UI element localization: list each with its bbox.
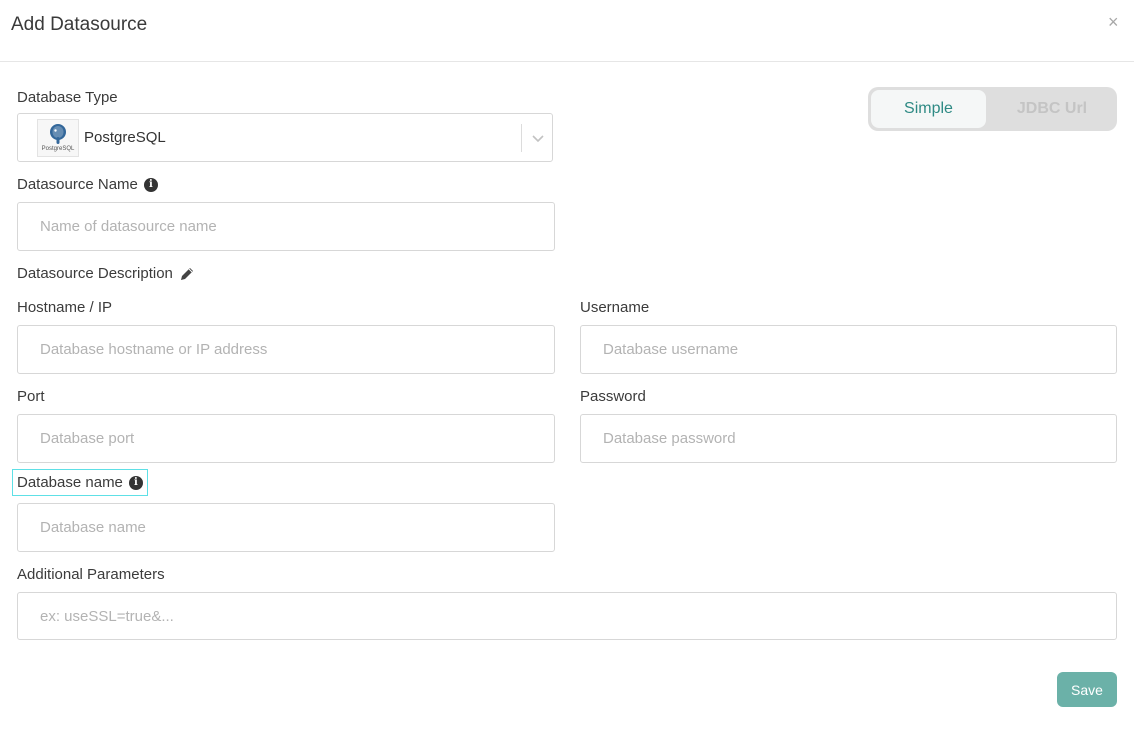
username-label: Username [580, 299, 649, 316]
select-separator [521, 124, 522, 152]
additional-parameters-label: Additional Parameters [17, 566, 165, 583]
datasource-name-label: Datasource Name i [17, 176, 158, 193]
additional-parameters-label-text: Additional Parameters [17, 566, 165, 583]
username-label-text: Username [580, 299, 650, 316]
info-icon[interactable]: i [128, 475, 143, 490]
port-label-text: Port [17, 388, 45, 405]
logo-caption: PostgreSQL [41, 146, 75, 152]
close-icon[interactable]: × [1108, 12, 1119, 32]
password-label-text: Password [580, 388, 646, 405]
elephant-icon [50, 124, 66, 144]
postgresql-logo-icon: PostgreSQL [37, 118, 79, 157]
port-label: Port [17, 388, 45, 405]
mode-simple-button[interactable]: Simple [871, 90, 986, 128]
database-type-value: PostgreSQL [84, 129, 166, 146]
datasource-description-label-text: Datasource Description [17, 265, 173, 282]
hostname-label: Hostname / IP [17, 299, 112, 316]
port-input[interactable] [17, 414, 555, 463]
mode-toggle: Simple JDBC Url [868, 87, 1117, 131]
password-input[interactable] [580, 414, 1117, 463]
database-name-input[interactable] [17, 503, 555, 552]
database-type-label: Database Type [17, 89, 118, 106]
chevron-down-icon[interactable] [530, 130, 546, 146]
hostname-input[interactable] [17, 325, 555, 374]
datasource-name-input[interactable] [17, 202, 555, 251]
username-input[interactable] [580, 325, 1117, 374]
database-name-label: Database name i [12, 469, 148, 496]
info-icon[interactable]: i [143, 177, 158, 192]
dialog-title: Add Datasource [11, 14, 148, 35]
additional-parameters-input[interactable] [17, 592, 1117, 640]
save-button[interactable]: Save [1057, 672, 1117, 707]
mode-jdbc-button[interactable]: JDBC Url [990, 90, 1114, 128]
datasource-description-label: Datasource Description [17, 265, 195, 282]
datasource-name-label-text: Datasource Name [17, 176, 138, 193]
database-type-label-text: Database Type [17, 89, 118, 106]
password-label: Password [580, 388, 646, 405]
database-type-select[interactable]: PostgreSQL PostgreSQL [17, 113, 553, 162]
header-divider [0, 61, 1134, 62]
database-name-label-text: Database name [17, 474, 123, 491]
hostname-label-text: Hostname / IP [17, 299, 113, 316]
pencil-icon[interactable] [179, 266, 195, 282]
